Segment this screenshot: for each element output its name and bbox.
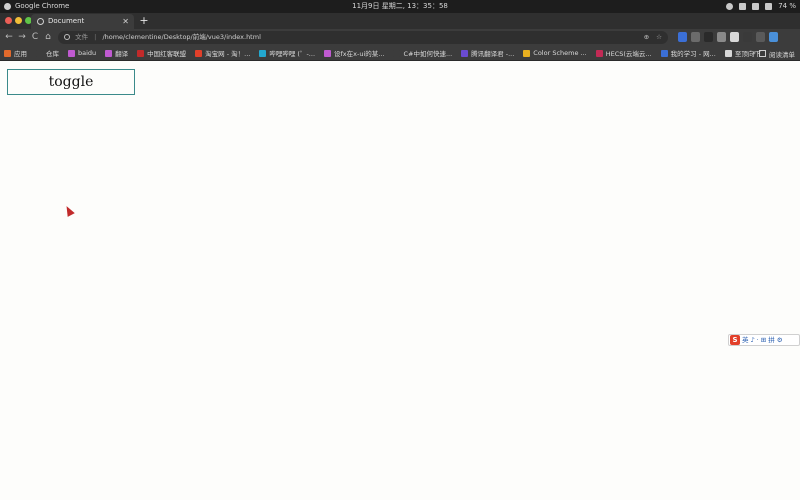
extension-icon[interactable] — [730, 32, 739, 42]
os-top-bar: Google Chrome 11月9日 星期二, 13：35：58 74 % — [0, 0, 800, 13]
ime-option[interactable]: ⚙ — [777, 335, 783, 345]
globe-icon — [37, 18, 44, 25]
reading-list-button[interactable]: 阅读清单 — [759, 46, 795, 60]
ime-option[interactable]: 英 — [742, 335, 749, 345]
bookmark-favicon-icon — [393, 49, 401, 57]
bookmark-label: HECS(云端云... — [605, 50, 652, 58]
bookmark-label: 仓库 — [46, 50, 59, 58]
bookmark-label: 淘宝网 - 淘！... — [205, 50, 251, 58]
window-controls — [5, 17, 32, 24]
page-viewport: toggle — [0, 62, 800, 500]
bookmark-item[interactable]: baidu — [68, 49, 96, 57]
bookmarks-more-button[interactable]: » — [752, 49, 756, 57]
bookmark-label: baidu — [78, 49, 97, 57]
os-system-tray[interactable]: 74 % — [726, 0, 796, 13]
bookmark-item[interactable]: HECS(云端云... — [595, 48, 652, 58]
bookmark-item[interactable]: 应用 — [4, 48, 27, 58]
bookmark-favicon-icon — [259, 49, 267, 57]
extension-icon[interactable] — [678, 32, 687, 42]
bookmark-favicon-icon — [595, 49, 603, 57]
bookmark-label: 我的学习 - 网... — [670, 50, 716, 58]
bookmark-item[interactable]: 腾讯翻译君 -... — [461, 48, 514, 58]
bookmark-item[interactable]: 哔哩哔哩 (゜-... — [259, 48, 315, 58]
bookmark-label: Color Scheme ... — [533, 49, 587, 57]
address-scheme: 文件 — [75, 33, 89, 41]
bookmark-item[interactable]: Color Scheme ... — [523, 49, 587, 57]
extension-icon[interactable] — [717, 32, 726, 42]
battery-percent: 74 % — [778, 2, 796, 10]
ime-toolbar: S 英 ♪ · ⊞ 拼 ⚙ — [728, 334, 800, 346]
bookmark-item[interactable]: 设fx在x-ui的某... — [324, 48, 384, 58]
extension-icon[interactable] — [769, 32, 778, 42]
bookmark-star-icon[interactable]: ☆ — [656, 31, 662, 44]
minimize-window-icon[interactable] — [15, 17, 22, 24]
bookmark-favicon-icon — [105, 49, 113, 57]
address-bar[interactable]: 文件 | /home/clementine/Desktop/前端/vue3/in… — [58, 31, 668, 44]
bookmarks-bar: 应用 仓库 baidu 翻译 中国红客联盟 淘宝网 - 淘！... 哔哩哔哩 (゜-... 设… — [0, 46, 800, 61]
bookmark-favicon-icon — [137, 49, 145, 57]
ime-option[interactable]: 拼 — [768, 335, 775, 345]
close-window-icon[interactable] — [5, 17, 12, 24]
address-separator: | — [94, 33, 97, 41]
bookmark-label: 应用 — [14, 50, 27, 58]
bookmark-item[interactable]: 淘宝网 - 淘！... — [195, 48, 250, 58]
home-button[interactable]: ⌂ — [42, 31, 54, 44]
bookmark-item[interactable]: 中国红客联盟 — [137, 48, 186, 58]
bookmark-label: 哔哩哔哩 (゜-... — [269, 50, 316, 58]
bookmark-favicon-icon — [523, 49, 531, 57]
ime-option[interactable]: ♪ — [751, 335, 755, 345]
omnibox-actions: ⊕ ☆ — [644, 31, 662, 44]
screen: Google Chrome 11月9日 星期二, 13：35：58 74 % D… — [0, 0, 800, 500]
tab-title: Document — [48, 17, 85, 25]
new-tab-button[interactable]: + — [138, 14, 150, 28]
bookmark-label: 中国红客联盟 — [147, 50, 187, 58]
bookmark-favicon-icon — [68, 49, 75, 57]
sogou-logo-icon[interactable]: S — [730, 335, 740, 345]
extensions-row — [678, 32, 778, 42]
extension-icon[interactable] — [691, 32, 700, 42]
ime-option[interactable]: · — [757, 335, 759, 345]
zoom-icon[interactable]: ⊕ — [644, 31, 649, 44]
os-clock[interactable]: 11月9日 星期二, 13：35：58 — [0, 0, 800, 13]
bookmark-item[interactable]: 翻译 — [105, 48, 128, 58]
user-status-icon[interactable] — [726, 3, 734, 10]
battery-icon[interactable] — [765, 3, 773, 10]
forward-button[interactable]: → — [16, 31, 28, 44]
address-url: /home/clementine/Desktop/前端/vue3/index.h… — [102, 33, 261, 41]
bookmark-label: 翻译 — [115, 50, 129, 58]
bookmark-favicon-icon — [324, 49, 332, 57]
bookmark-item[interactable]: 仓库 — [36, 48, 59, 58]
browser-toolbar: ← → C ⌂ 文件 | /home/clementine/Desktop/前端… — [0, 29, 800, 46]
reload-button[interactable]: C — [29, 31, 41, 44]
back-button[interactable]: ← — [3, 31, 15, 44]
tab-document[interactable]: Document ✕ — [31, 14, 134, 29]
bookmark-item[interactable]: 我的学习 - 网... — [660, 48, 716, 58]
info-icon[interactable] — [64, 34, 70, 40]
bookmark-favicon-icon — [195, 49, 203, 57]
network-icon[interactable] — [739, 3, 747, 10]
bookmark-favicon-icon — [724, 49, 732, 57]
bookmark-favicon-icon — [660, 49, 668, 57]
tab-strip: Document ✕ + — [0, 13, 800, 29]
mouse-cursor-icon — [63, 204, 75, 217]
reading-list-label: 阅读清单 — [769, 50, 795, 59]
bookmark-item[interactable]: C#中如何快速... — [393, 48, 452, 58]
toggle-button[interactable]: toggle — [7, 69, 135, 95]
volume-icon[interactable] — [752, 3, 760, 10]
bookmark-favicon-icon — [36, 49, 43, 57]
bookmark-label: 至顶向下 — [734, 50, 761, 58]
ime-option[interactable]: ⊞ — [761, 335, 766, 345]
bookmark-favicon-icon — [4, 49, 11, 57]
bookmark-favicon-icon — [461, 49, 469, 57]
bookmark-label: C#中如何快速... — [403, 50, 453, 58]
extension-icon[interactable] — [704, 32, 713, 42]
extension-icon[interactable] — [756, 32, 765, 42]
bookmark-label: 腾讯翻译君 -... — [471, 50, 515, 58]
reading-list-icon — [759, 50, 766, 57]
extension-icon[interactable] — [743, 32, 752, 42]
bookmark-label: 设fx在x-ui的某... — [334, 50, 385, 58]
tab-close-icon[interactable]: ✕ — [122, 14, 129, 29]
